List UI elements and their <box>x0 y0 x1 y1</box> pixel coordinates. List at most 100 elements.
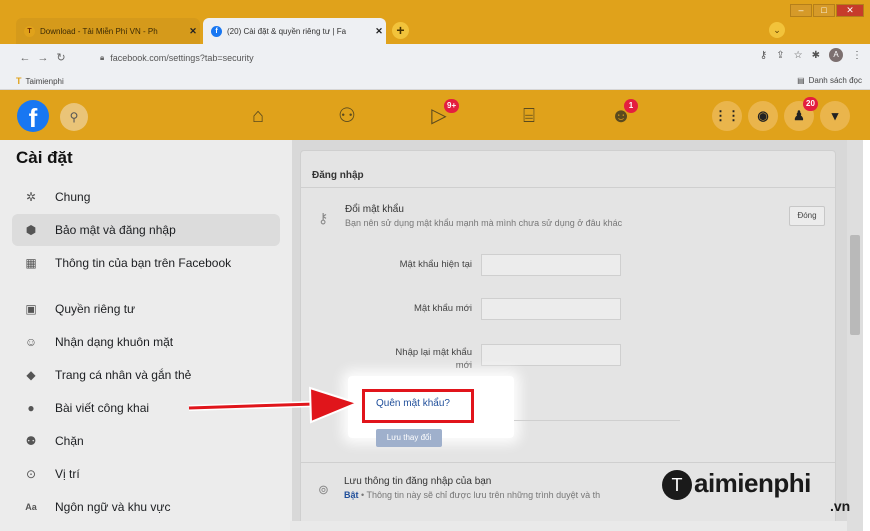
sidebar-item-privacy[interactable]: ▣ Quyền riêng tư <box>12 293 280 325</box>
watermark: aimienphi <box>694 468 811 498</box>
new-password-label: Mật khẩu mới <box>414 303 472 314</box>
lock-icon: ▣ <box>25 302 37 316</box>
close-tab-icon[interactable]: ✕ <box>186 26 200 37</box>
maximize-button[interactable]: □ <box>813 4 835 17</box>
sidebar-item-language[interactable]: Aa Ngôn ngữ và khu vực <box>12 491 280 523</box>
tab-facebook-settings[interactable]: f (20) Cài đặt & quyền riêng tư | Fa ✕ <box>203 18 386 44</box>
bookmark-taimienphi[interactable]: T Taimienphi <box>16 76 64 86</box>
save-changes-button[interactable]: Lưu thay đổi <box>376 429 442 447</box>
window-controls: – □ ✕ <box>790 4 864 17</box>
facebook-favicon-icon: f <box>211 25 222 37</box>
sidebar-item-general[interactable]: ✲ Chung <box>12 181 280 213</box>
new-tab-button[interactable]: + <box>392 22 409 39</box>
tag-icon: ◆ <box>26 368 36 382</box>
taimienphi-icon: T <box>16 76 22 86</box>
bookmark-label: Taimienphi <box>25 76 64 86</box>
divider <box>514 420 680 421</box>
profile-avatar[interactable]: A <box>829 48 843 62</box>
save-login-title: Lưu thông tin đăng nhập của bạn <box>344 476 492 487</box>
taimienphi-favicon-icon: T <box>24 25 35 37</box>
bookmarks-bar: T Taimienphi ▤ Danh sách đọc <box>0 71 870 90</box>
change-password-desc: Bạn nên sử dụng mật khẩu mạnh mà mình ch… <box>345 218 623 228</box>
watch-badge: 9+ <box>444 99 460 113</box>
retype-password-input[interactable] <box>481 344 621 366</box>
close-button[interactable]: Đóng <box>789 206 825 226</box>
friends-icon[interactable]: ⚇ <box>332 103 362 129</box>
watermark-suffix: .vn <box>830 498 851 514</box>
shield-icon: ⬢ <box>25 223 37 237</box>
account-chevron-icon[interactable]: ▾ <box>820 101 850 131</box>
facebook-logo-icon[interactable]: f <box>17 100 49 133</box>
retype-password-label: Nhập lại mật khẩu <box>395 347 472 358</box>
block-icon: ⚉ <box>25 434 37 448</box>
toolbar-icons: ⚷ ⇪ ☆ ✱ A ⋮ <box>760 48 862 62</box>
chevron-down-icon[interactable]: ⌄ <box>769 22 785 38</box>
tab-title: Download - Tải Miễn Phí VN - Ph <box>40 26 158 36</box>
horizontal-scrollbar[interactable] <box>290 521 847 531</box>
language-icon: Aa <box>25 502 37 512</box>
page-title: Cài đặt <box>16 148 73 167</box>
retype-password-label-line2: mới <box>455 360 472 371</box>
address-bar[interactable]: 🔒︎ facebook.com/settings?tab=security <box>100 49 770 67</box>
sidebar-item-label: Bài viết công khai <box>55 401 150 415</box>
sidebar-item-label: Nhận dạng khuôn mặt <box>55 335 174 349</box>
sidebar-item-label: Quyền riêng tư <box>55 302 136 316</box>
reading-list[interactable]: ▤ Danh sách đọc <box>797 76 862 85</box>
extensions-icon[interactable]: ✱ <box>812 50 820 61</box>
groups-badge: 1 <box>624 99 638 113</box>
messenger-icon[interactable]: ◉ <box>748 101 778 131</box>
home-icon[interactable]: ⌂ <box>243 103 273 129</box>
sidebar-item-security[interactable]: ⬢ Bảo mật và đăng nhập <box>12 214 280 246</box>
vertical-scrollbar[interactable] <box>847 140 863 531</box>
save-login-desc: Bật • Thông tin này sẽ chỉ được lưu trên… <box>344 490 600 500</box>
key-icon: ⚷ <box>318 210 329 226</box>
forgot-password-link[interactable]: Quên mật khẩu? <box>376 398 450 409</box>
sidebar-item-label: Thông tin của bạn trên Facebook <box>55 256 232 270</box>
lock-icon: 🔒︎ <box>100 53 105 62</box>
share-icon[interactable]: ⇪ <box>776 50 784 61</box>
forward-icon[interactable]: → <box>34 52 52 64</box>
sidebar-item-label: Ngôn ngữ và khu vực <box>55 500 171 514</box>
scrollbar-thumb[interactable] <box>850 235 860 335</box>
notifications-badge: 20 <box>803 97 818 111</box>
menu-icon[interactable]: ⋮ <box>852 50 862 61</box>
sidebar-item-your-info[interactable]: ▦ Thông tin của bạn trên Facebook <box>12 247 280 279</box>
marketplace-icon[interactable]: ⌸ <box>514 103 544 129</box>
save-login-status[interactable]: Bật <box>344 490 359 500</box>
annotation-arrow-icon <box>188 386 360 424</box>
change-password-title: Đổi mật khẩu <box>345 204 404 215</box>
globe-icon: ● <box>27 401 35 415</box>
tab-title: (20) Cài đặt & quyền riêng tư | Fa <box>227 26 347 36</box>
grid-icon: ▦ <box>25 256 37 270</box>
pin-icon: ⊙ <box>25 467 37 481</box>
back-icon[interactable]: ← <box>16 52 34 64</box>
sidebar-item-face-recognition[interactable]: ☺ Nhận dạng khuôn mặt <box>12 326 280 358</box>
minimize-button[interactable]: – <box>790 4 812 17</box>
close-tab-icon[interactable]: ✕ <box>372 26 386 37</box>
star-icon[interactable]: ☆ <box>794 50 803 61</box>
sidebar-item-label: Chung <box>55 190 91 204</box>
sidebar-item-label: Vị trí <box>55 467 80 481</box>
url-text: facebook.com/settings?tab=security <box>110 53 254 63</box>
reading-list-icon: ▤ <box>797 76 805 85</box>
divider <box>300 462 836 463</box>
sidebar-item-label: Trang cá nhân và gắn thẻ <box>55 368 192 382</box>
tab-download[interactable]: T Download - Tải Miễn Phí VN - Ph ✕ <box>16 18 200 44</box>
section-title: Đăng nhập <box>300 160 836 188</box>
key-icon[interactable]: ⚷ <box>760 50 767 61</box>
sidebar-item-label: Bảo mật và đăng nhập <box>55 223 176 237</box>
close-window-button[interactable]: ✕ <box>836 4 864 17</box>
save-login-desc-text: • Thông tin này sẽ chỉ được lưu trên nhữ… <box>358 490 601 500</box>
menu-grid-icon[interactable]: ⋮⋮ <box>712 101 742 131</box>
new-password-input[interactable] <box>481 298 621 320</box>
sidebar-item-location[interactable]: ⊙ Vị trí <box>12 458 280 490</box>
watermark-logo-icon: T <box>662 470 692 500</box>
face-icon: ☺ <box>24 335 38 349</box>
reading-list-label: Danh sách đọc <box>808 76 862 85</box>
current-password-label: Mật khẩu hiện tại <box>399 259 472 270</box>
search-icon[interactable]: ⚲ <box>60 103 88 131</box>
user-circle-icon: ⊚ <box>318 482 329 497</box>
reload-icon[interactable]: ↻ <box>52 51 70 64</box>
sidebar-item-label: Chặn <box>55 434 84 448</box>
current-password-input[interactable] <box>481 254 621 276</box>
